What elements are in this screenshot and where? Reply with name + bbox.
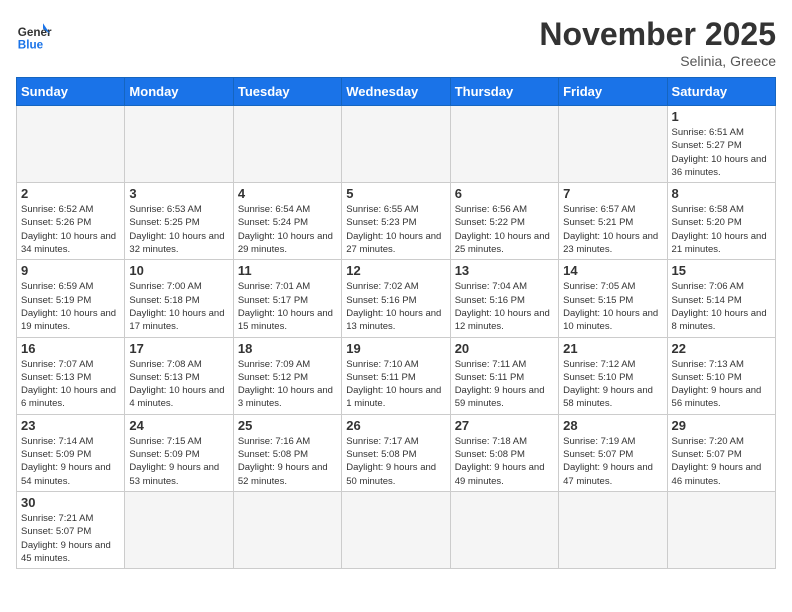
header-friday: Friday: [559, 78, 667, 106]
day-29: 29 Sunrise: 7:20 AMSunset: 5:07 PMDaylig…: [667, 414, 775, 491]
day-21: 21 Sunrise: 7:12 AMSunset: 5:10 PMDaylig…: [559, 337, 667, 414]
day-25: 25 Sunrise: 7:16 AMSunset: 5:08 PMDaylig…: [233, 414, 341, 491]
empty-cell: [17, 106, 125, 183]
svg-text:General: General: [18, 26, 52, 39]
header-sunday: Sunday: [17, 78, 125, 106]
header-saturday: Saturday: [667, 78, 775, 106]
day-11: 11 Sunrise: 7:01 AMSunset: 5:17 PMDaylig…: [233, 260, 341, 337]
calendar-table: Sunday Monday Tuesday Wednesday Thursday…: [16, 77, 776, 569]
day-28: 28 Sunrise: 7:19 AMSunset: 5:07 PMDaylig…: [559, 414, 667, 491]
day-23: 23 Sunrise: 7:14 AMSunset: 5:09 PMDaylig…: [17, 414, 125, 491]
day-2: 2 Sunrise: 6:52 AMSunset: 5:26 PMDayligh…: [17, 183, 125, 260]
day-1: 1 Sunrise: 6:51 AM Sunset: 5:27 PM Dayli…: [667, 106, 775, 183]
calendar-row-6: 30 Sunrise: 7:21 AMSunset: 5:07 PMDaylig…: [17, 491, 776, 568]
empty-cell: [559, 106, 667, 183]
calendar-row-1: 1 Sunrise: 6:51 AM Sunset: 5:27 PM Dayli…: [17, 106, 776, 183]
empty-cell: [342, 106, 450, 183]
day-16: 16 Sunrise: 7:07 AMSunset: 5:13 PMDaylig…: [17, 337, 125, 414]
month-title: November 2025: [539, 16, 776, 53]
header-thursday: Thursday: [450, 78, 558, 106]
day-9: 9 Sunrise: 6:59 AMSunset: 5:19 PMDayligh…: [17, 260, 125, 337]
day-18: 18 Sunrise: 7:09 AMSunset: 5:12 PMDaylig…: [233, 337, 341, 414]
day-22: 22 Sunrise: 7:13 AMSunset: 5:10 PMDaylig…: [667, 337, 775, 414]
calendar-row-4: 16 Sunrise: 7:07 AMSunset: 5:13 PMDaylig…: [17, 337, 776, 414]
empty-cell: [125, 106, 233, 183]
day-24: 24 Sunrise: 7:15 AMSunset: 5:09 PMDaylig…: [125, 414, 233, 491]
logo-icon: General Blue: [16, 16, 52, 52]
empty-cell: [450, 491, 558, 568]
empty-cell: [233, 106, 341, 183]
day-7: 7 Sunrise: 6:57 AMSunset: 5:21 PMDayligh…: [559, 183, 667, 260]
location-subtitle: Selinia, Greece: [539, 53, 776, 69]
empty-cell: [450, 106, 558, 183]
header-monday: Monday: [125, 78, 233, 106]
empty-cell: [559, 491, 667, 568]
empty-cell: [667, 491, 775, 568]
empty-cell: [125, 491, 233, 568]
header-wednesday: Wednesday: [342, 78, 450, 106]
day-20: 20 Sunrise: 7:11 AMSunset: 5:11 PMDaylig…: [450, 337, 558, 414]
day-5: 5 Sunrise: 6:55 AMSunset: 5:23 PMDayligh…: [342, 183, 450, 260]
empty-cell: [233, 491, 341, 568]
logo: General Blue: [16, 16, 52, 52]
calendar-row-3: 9 Sunrise: 6:59 AMSunset: 5:19 PMDayligh…: [17, 260, 776, 337]
page-header: General Blue November 2025 Selinia, Gree…: [16, 16, 776, 69]
day-13: 13 Sunrise: 7:04 AMSunset: 5:16 PMDaylig…: [450, 260, 558, 337]
day-15: 15 Sunrise: 7:06 AMSunset: 5:14 PMDaylig…: [667, 260, 775, 337]
calendar-row-5: 23 Sunrise: 7:14 AMSunset: 5:09 PMDaylig…: [17, 414, 776, 491]
day-26: 26 Sunrise: 7:17 AMSunset: 5:08 PMDaylig…: [342, 414, 450, 491]
day-27: 27 Sunrise: 7:18 AMSunset: 5:08 PMDaylig…: [450, 414, 558, 491]
day-14: 14 Sunrise: 7:05 AMSunset: 5:15 PMDaylig…: [559, 260, 667, 337]
day-12: 12 Sunrise: 7:02 AMSunset: 5:16 PMDaylig…: [342, 260, 450, 337]
day-17: 17 Sunrise: 7:08 AMSunset: 5:13 PMDaylig…: [125, 337, 233, 414]
calendar-row-2: 2 Sunrise: 6:52 AMSunset: 5:26 PMDayligh…: [17, 183, 776, 260]
svg-text:Blue: Blue: [18, 38, 44, 51]
weekday-header-row: Sunday Monday Tuesday Wednesday Thursday…: [17, 78, 776, 106]
day-6: 6 Sunrise: 6:56 AMSunset: 5:22 PMDayligh…: [450, 183, 558, 260]
day-3: 3 Sunrise: 6:53 AMSunset: 5:25 PMDayligh…: [125, 183, 233, 260]
day-8: 8 Sunrise: 6:58 AMSunset: 5:20 PMDayligh…: [667, 183, 775, 260]
day-19: 19 Sunrise: 7:10 AMSunset: 5:11 PMDaylig…: [342, 337, 450, 414]
empty-cell: [342, 491, 450, 568]
day-4: 4 Sunrise: 6:54 AMSunset: 5:24 PMDayligh…: [233, 183, 341, 260]
header-tuesday: Tuesday: [233, 78, 341, 106]
day-10: 10 Sunrise: 7:00 AMSunset: 5:18 PMDaylig…: [125, 260, 233, 337]
day-30: 30 Sunrise: 7:21 AMSunset: 5:07 PMDaylig…: [17, 491, 125, 568]
title-block: November 2025 Selinia, Greece: [539, 16, 776, 69]
